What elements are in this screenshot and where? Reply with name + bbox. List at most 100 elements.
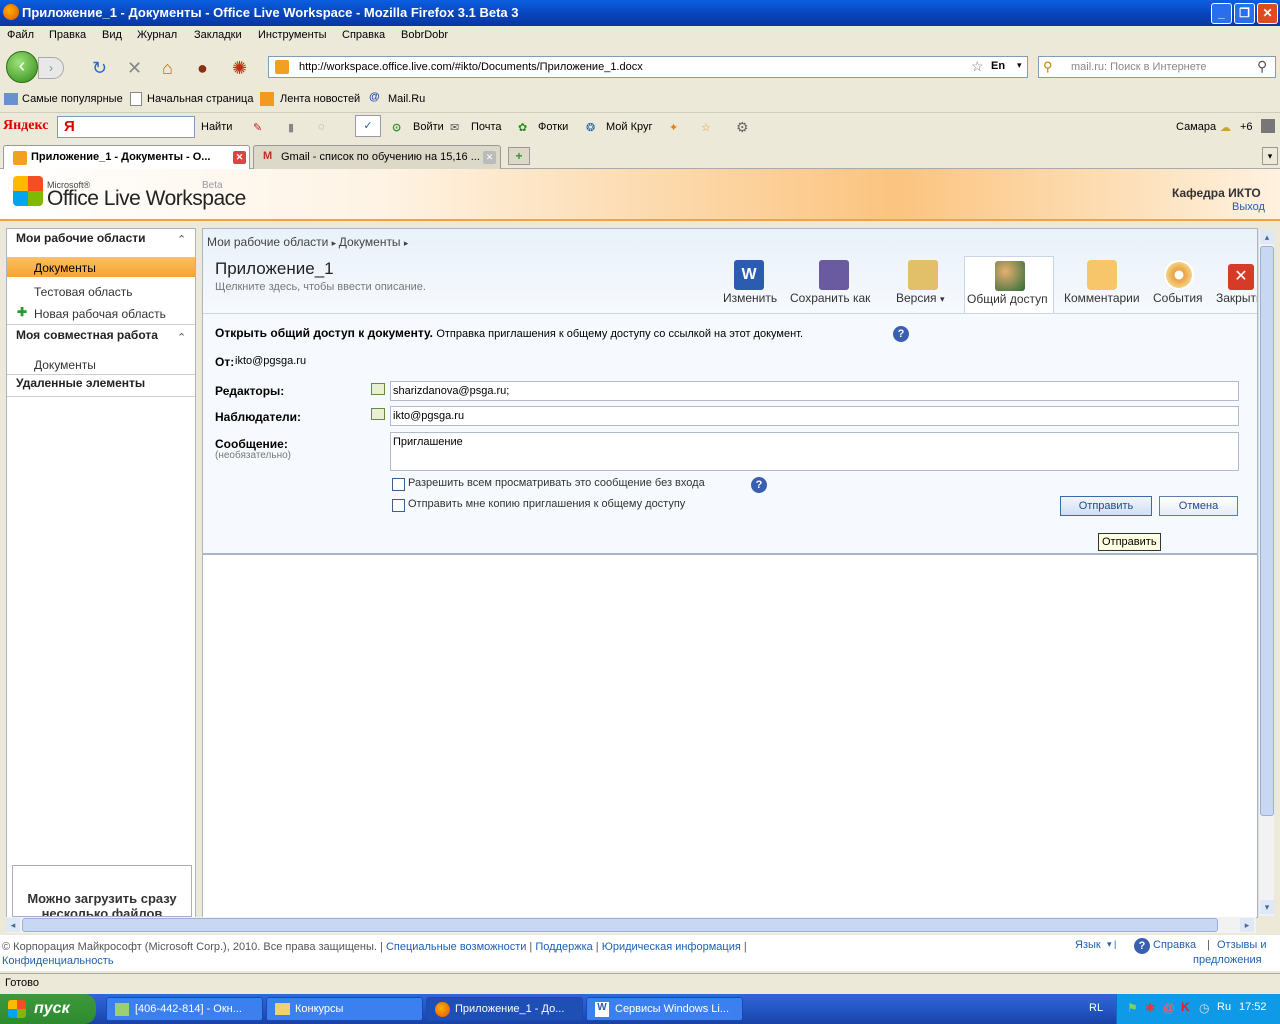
taskbar-item-remote[interactable]: [406-442-814] - Окн... [106,997,263,1021]
cancel-button[interactable]: Отмена [1159,496,1238,516]
yandex-photos[interactable]: Фотки [538,121,568,133]
menu-view[interactable]: Вид [102,29,122,41]
favorites-star-icon[interactable]: ☆ [701,121,711,134]
footer-link-accessibility[interactable]: Специальные возможности [386,941,526,953]
address-book-icon[interactable] [371,408,385,420]
language-menu[interactable]: Язык [1075,939,1101,951]
menu-bookmarks[interactable]: Закладки [194,29,242,41]
bookmark-mailru[interactable]: Mail.Ru [388,93,425,105]
breadcrumb-workspaces[interactable]: Мои рабочие области [207,235,328,249]
stop-icon[interactable]: ✕ [127,58,142,79]
tab-gmail[interactable]: M Gmail - список по обучению на 15,16 ..… [253,145,501,169]
url-dropdown-icon[interactable]: ▾ [1017,60,1022,71]
url-bar[interactable]: http://workspace.office.live.com/#ikto/D… [268,56,1028,78]
search-engine-icon[interactable]: ⚲ [1043,59,1053,75]
breadcrumb-documents[interactable]: Документы [339,235,401,249]
tray-network-icon[interactable]: ⚑ [1127,1001,1138,1015]
spellcheck-icon[interactable]: ✓ [355,115,381,137]
chat-icon[interactable]: ◌ [318,121,325,133]
pencil-icon[interactable]: ✎ [253,121,262,134]
footer-link-legal[interactable]: Юридическая информация [602,941,741,953]
scroll-down-icon[interactable]: ▾ [1260,900,1274,914]
collapse-icon[interactable]: ⌃ [177,233,186,246]
addon-icon[interactable]: ✦ [669,121,678,134]
horizontal-scrollbar[interactable]: ◂ ▸ [6,917,1256,933]
address-book-icon[interactable] [371,383,385,395]
scroll-thumb-horizontal[interactable] [22,918,1218,932]
taskbar-item-word[interactable]: W Сервисы Windows Li... [586,997,743,1021]
message-field[interactable]: Приглашение [390,432,1239,471]
close-button[interactable]: ✕ [1257,3,1278,24]
taskbar-item-folder[interactable]: Конкурсы [266,997,423,1021]
settings-gear-icon[interactable]: ⚙ [736,119,749,136]
sidebar-heading-workspaces[interactable]: Мои рабочие области [16,231,146,245]
scroll-up-icon[interactable]: ▴ [1260,230,1274,244]
send-button[interactable]: Отправить [1060,496,1152,516]
star-icon[interactable]: ☆ [971,58,984,75]
search-box[interactable]: ⚲ mail.ru: Поиск в Интернете ⚲ [1038,56,1276,78]
close-tool[interactable]: ✕ Закрыть [1214,258,1257,312]
tab-workspace[interactable]: Приложение_1 - Документы - О... ✕ [3,145,250,169]
bookmark-most-visited[interactable]: Самые популярные [22,93,123,105]
start-button[interactable]: пуск [0,994,96,1024]
logout-link[interactable]: Выход [1232,201,1265,213]
maximize-button[interactable]: ❐ [1234,3,1255,24]
scroll-right-icon[interactable]: ▸ [1240,918,1254,932]
bobrdobr-icon[interactable]: ● [197,58,208,79]
yandex-circle[interactable]: Мой Круг [606,121,653,133]
forward-button[interactable]: › [38,57,64,79]
menu-file[interactable]: Файл [7,29,34,41]
tab-list-button[interactable]: ▾ [1262,147,1278,165]
allow-anonymous-checkbox[interactable] [392,478,405,491]
help-icon[interactable]: ? [893,326,909,342]
help-icon[interactable]: ? [751,477,767,493]
events-tool[interactable]: События [1150,258,1208,312]
footer-link-support[interactable]: Поддержка [535,941,592,953]
url-text[interactable]: http://workspace.office.live.com/#ikto/D… [299,61,643,73]
menu-history[interactable]: Журнал [137,29,177,41]
comments-tool[interactable]: Комментарии [1062,258,1142,312]
home-icon[interactable]: ⌂ [162,58,173,79]
sidebar-item-documents-active[interactable]: Документы [7,257,195,277]
signal-icon[interactable]: ▮ [288,121,294,134]
menu-edit[interactable]: Правка [49,29,86,41]
minimize-button[interactable]: _ [1211,3,1232,24]
footer-link-privacy[interactable]: Конфиденциальность [2,955,114,967]
tray-kaspersky-icon[interactable]: K [1181,1000,1190,1014]
menu-bobrdobr[interactable]: BobrDobr [401,29,448,41]
new-tab-button[interactable]: + [508,147,530,165]
sidebar-item-test-area[interactable]: Тестовая область [34,285,133,299]
sidebar-item-new-workspace[interactable]: Новая рабочая область [34,307,166,321]
tray-clock-icon[interactable]: ◷ [1199,1001,1209,1015]
footer-help[interactable]: Справка [1153,939,1196,951]
sidebar-item-shared-documents[interactable]: Документы [34,358,96,372]
yandex-logo[interactable]: Яндекс [3,118,48,134]
save-as-tool[interactable]: Сохранить как [788,258,880,312]
send-copy-checkbox[interactable] [392,499,405,512]
search-icon[interactable]: ⚲ [1257,58,1267,75]
viewers-field[interactable]: ikto@pgsga.ru [390,406,1239,426]
collapse-icon[interactable]: ⌃ [177,331,186,344]
taskbar-item-firefox[interactable]: Приложение_1 - До... [426,997,583,1021]
tray-antivirus-icon[interactable]: ✱ [1145,1001,1155,1015]
yandex-login[interactable]: Войти [413,121,444,133]
editors-field[interactable]: sharizdanova@psga.ru; [390,381,1239,401]
tab-close-icon[interactable]: ✕ [483,151,496,164]
footer-feedback-line2[interactable]: предложения [1193,954,1262,966]
scroll-left-icon[interactable]: ◂ [6,918,20,932]
weather-widget-icon[interactable] [1261,119,1275,133]
yandex-search-input[interactable]: Я [57,116,195,138]
tab-close-icon[interactable]: ✕ [233,151,246,164]
paw-icon[interactable]: ✺ [232,58,247,79]
reload-icon[interactable]: ↻ [92,58,107,79]
back-button[interactable]: ‹ [6,51,38,83]
sidebar-heading-collaboration[interactable]: Моя совместная работа [16,328,158,342]
keyboard-layout[interactable]: RL [1089,1002,1103,1014]
share-tool-active[interactable]: Общий доступ [964,256,1054,314]
upload-promo[interactable]: Можно загрузить сразу несколько файлов [12,865,192,917]
yandex-mail[interactable]: Почта [471,121,502,133]
footer-feedback-line1[interactable]: Отзывы и [1217,939,1267,951]
version-tool[interactable]: Версия ▾ [890,258,956,312]
document-description[interactable]: Щелкните здесь, чтобы ввести описание. [215,281,426,293]
edit-tool[interactable]: W Изменить [720,258,780,312]
